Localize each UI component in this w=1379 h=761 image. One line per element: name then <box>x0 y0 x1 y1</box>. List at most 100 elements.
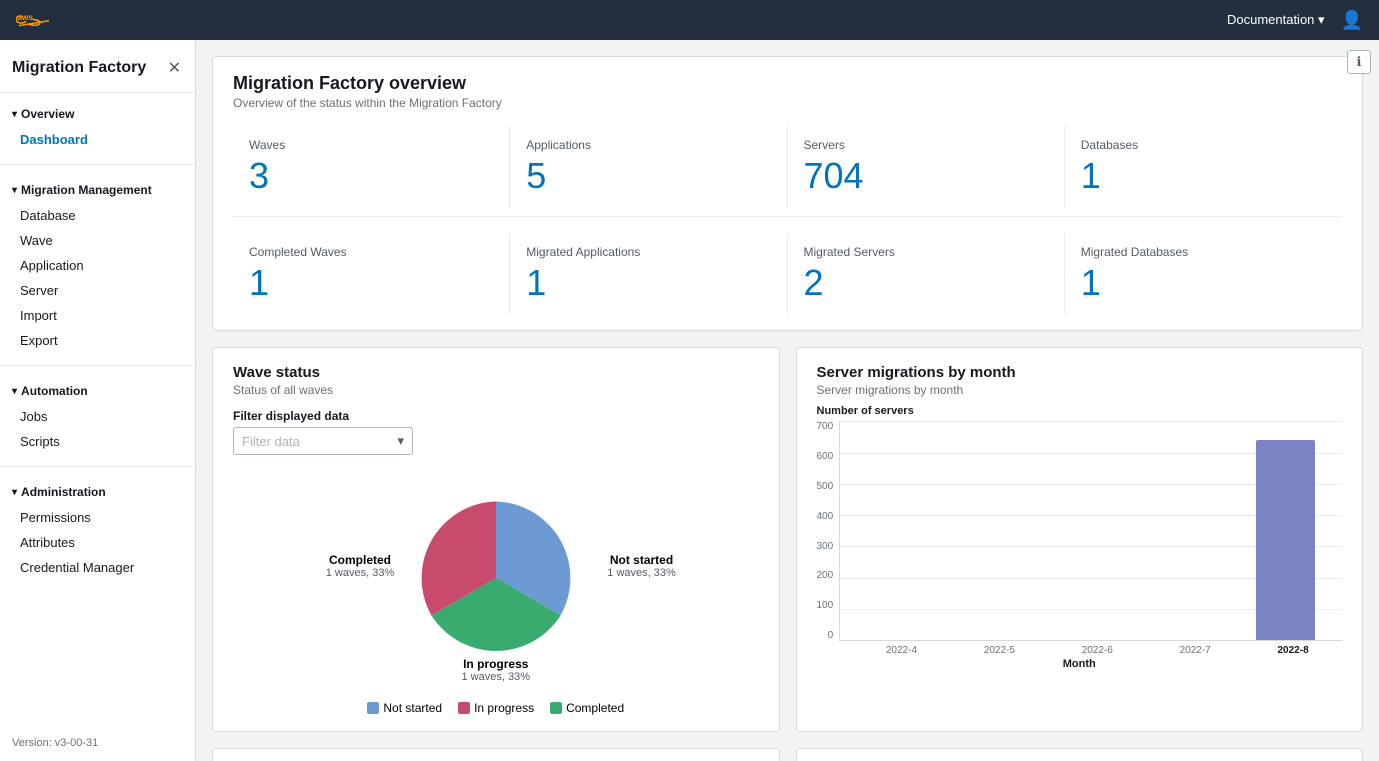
overview-subtitle: Overview of the status within the Migrat… <box>233 96 1342 110</box>
legend-completed: Completed <box>550 701 624 715</box>
sidebar-item-permissions[interactable]: Permissions <box>0 505 195 530</box>
migration-section-label: Migration Management <box>21 183 152 197</box>
stat-migrated-databases: Migrated Databases 1 <box>1065 233 1342 315</box>
pie-chart-container: Completed 1 waves, 33% Not started 1 wav… <box>233 463 759 715</box>
legend-dot-not-started <box>367 702 379 714</box>
automation-section-header[interactable]: ▾ Automation <box>0 378 195 404</box>
migrated-apps-label: Migrated Applications <box>526 245 770 259</box>
server-migrations-subtitle: Server migrations by month <box>817 383 1343 397</box>
top-nav-right: Documentation ▾ 👤 <box>1227 10 1363 31</box>
admin-section-header[interactable]: ▾ Administration <box>0 479 195 505</box>
servers-value: 704 <box>804 156 1048 196</box>
admin-section: ▾ Administration Permissions Attributes … <box>0 471 195 588</box>
x-label-2022-4: 2022-4 <box>853 645 951 656</box>
sidebar-item-dashboard[interactable]: Dashboard <box>0 127 195 152</box>
bar-chart-y-axis: 700 600 500 400 300 200 100 0 <box>817 421 840 641</box>
version-label: Version: v3-00-31 <box>0 725 195 761</box>
sidebar-item-application[interactable]: Application <box>0 253 195 278</box>
migrated-databases-label: Migrated Databases <box>1081 245 1326 259</box>
pie-label-completed: Completed 1 waves, 33% <box>326 553 394 579</box>
stat-completed-waves: Completed Waves 1 <box>233 233 510 315</box>
completed-waves-value: 1 <box>249 263 493 303</box>
pie-label-in-progress: In progress 1 waves, 33% <box>462 657 530 683</box>
x-label-2022-7: 2022-7 <box>1146 645 1244 656</box>
bottom-cards: Operating systems Operating Systems summ… <box>212 748 1363 761</box>
server-migrations-card: Server migrations by month Server migrat… <box>796 347 1364 732</box>
wave-filter-select[interactable]: Filter data ▾ <box>233 427 413 455</box>
main-content: ℹ Migration Factory overview Overview of… <box>196 40 1379 761</box>
migration-section-header[interactable]: ▾ Migration Management <box>0 177 195 203</box>
server-migrations-title: Server migrations by month <box>817 364 1343 381</box>
migrated-servers-label: Migrated Servers <box>804 245 1048 259</box>
bar-chart-x-axis: 2022-4 2022-5 2022-6 2022-7 2022-8 <box>853 641 1343 656</box>
server-environments-card: Server Environments Stage or environment… <box>796 748 1364 761</box>
migrated-apps-value: 1 <box>526 263 770 303</box>
x-axis-title: Month <box>817 658 1343 670</box>
migrated-databases-value: 1 <box>1081 263 1326 303</box>
sidebar: Migration Factory ✕ ▾ Overview Dashboard… <box>0 40 196 761</box>
sidebar-item-database[interactable]: Database <box>0 203 195 228</box>
documentation-label: Documentation <box>1227 12 1314 27</box>
bar-chart-container: Number of servers 700 600 500 400 300 20… <box>817 405 1343 670</box>
filter-caret: ▾ <box>397 433 404 449</box>
wave-filter-section: Filter displayed data Filter data ▾ <box>233 409 759 455</box>
automation-section-label: Automation <box>21 384 88 398</box>
completed-waves-label: Completed Waves <box>249 245 493 259</box>
operating-systems-card: Operating systems Operating Systems summ… <box>212 748 780 761</box>
stat-migrated-servers: Migrated Servers 2 <box>788 233 1065 315</box>
x-label-2022-8: 2022-8 <box>1244 645 1342 656</box>
stat-migrated-apps: Migrated Applications 1 <box>510 233 787 315</box>
legend-dot-completed <box>550 702 562 714</box>
stats-bottom-row: Completed Waves 1 Migrated Applications … <box>233 233 1342 315</box>
pie-label-not-started: Not started 1 waves, 33% <box>607 553 675 579</box>
bar-chart-bars <box>840 421 1342 640</box>
overview-section-header[interactable]: ▾ Overview <box>0 101 195 127</box>
sidebar-item-export[interactable]: Export <box>0 328 195 353</box>
charts-row: Wave status Status of all waves Filter d… <box>212 347 1363 732</box>
svg-text:aws: aws <box>17 12 33 22</box>
sidebar-header: Migration Factory ✕ <box>0 40 195 93</box>
main-layout: Migration Factory ✕ ▾ Overview Dashboard… <box>0 40 1379 761</box>
sidebar-item-jobs[interactable]: Jobs <box>0 404 195 429</box>
info-button[interactable]: ℹ <box>1347 50 1371 74</box>
migration-section: ▾ Migration Management Database Wave App… <box>0 169 195 361</box>
user-icon[interactable]: 👤 <box>1341 10 1363 31</box>
overview-section: ▾ Overview Dashboard <box>0 93 195 160</box>
sidebar-item-import[interactable]: Import <box>0 303 195 328</box>
migrated-servers-value: 2 <box>804 263 1048 303</box>
legend-in-progress: In progress <box>458 701 534 715</box>
sidebar-item-scripts[interactable]: Scripts <box>0 429 195 454</box>
x-label-2022-5: 2022-5 <box>950 645 1048 656</box>
sidebar-item-attributes[interactable]: Attributes <box>0 530 195 555</box>
top-nav: aws Documentation ▾ 👤 <box>0 0 1379 40</box>
pie-chart-svg <box>411 493 581 663</box>
aws-logo[interactable]: aws <box>16 7 52 34</box>
sidebar-item-wave[interactable]: Wave <box>0 228 195 253</box>
overview-section-label: Overview <box>21 107 74 121</box>
wave-filter-label: Filter displayed data <box>233 409 759 423</box>
bar-2022-8 <box>1237 440 1334 640</box>
bar-chart-y-label: Number of servers <box>817 405 1343 417</box>
x-label-2022-6: 2022-6 <box>1048 645 1146 656</box>
documentation-link[interactable]: Documentation ▾ <box>1227 12 1325 28</box>
legend-not-started: Not started <box>367 701 442 715</box>
sidebar-item-credential-manager[interactable]: Credential Manager <box>0 555 195 580</box>
bar-chart-plot <box>839 421 1342 641</box>
overview-card: Migration Factory overview Overview of t… <box>212 56 1363 331</box>
waves-value: 3 <box>249 156 493 196</box>
automation-section: ▾ Automation Jobs Scripts <box>0 370 195 462</box>
apps-label: Applications <box>526 138 770 152</box>
stat-waves: Waves 3 <box>233 126 510 208</box>
sidebar-item-server[interactable]: Server <box>0 278 195 303</box>
overview-title: Migration Factory overview <box>233 73 1342 94</box>
stat-databases: Databases 1 <box>1065 126 1342 208</box>
legend-dot-in-progress <box>458 702 470 714</box>
stats-top-row: Waves 3 Applications 5 Servers 704 Datab… <box>233 126 1342 208</box>
admin-section-label: Administration <box>21 485 106 499</box>
wave-status-subtitle: Status of all waves <box>233 383 759 397</box>
filter-placeholder: Filter data <box>242 434 300 449</box>
wave-status-card: Wave status Status of all waves Filter d… <box>212 347 780 732</box>
bar-chart-area: 700 600 500 400 300 200 100 0 <box>817 421 1343 641</box>
sidebar-title: Migration Factory <box>12 59 146 77</box>
close-button[interactable]: ✕ <box>166 56 183 80</box>
